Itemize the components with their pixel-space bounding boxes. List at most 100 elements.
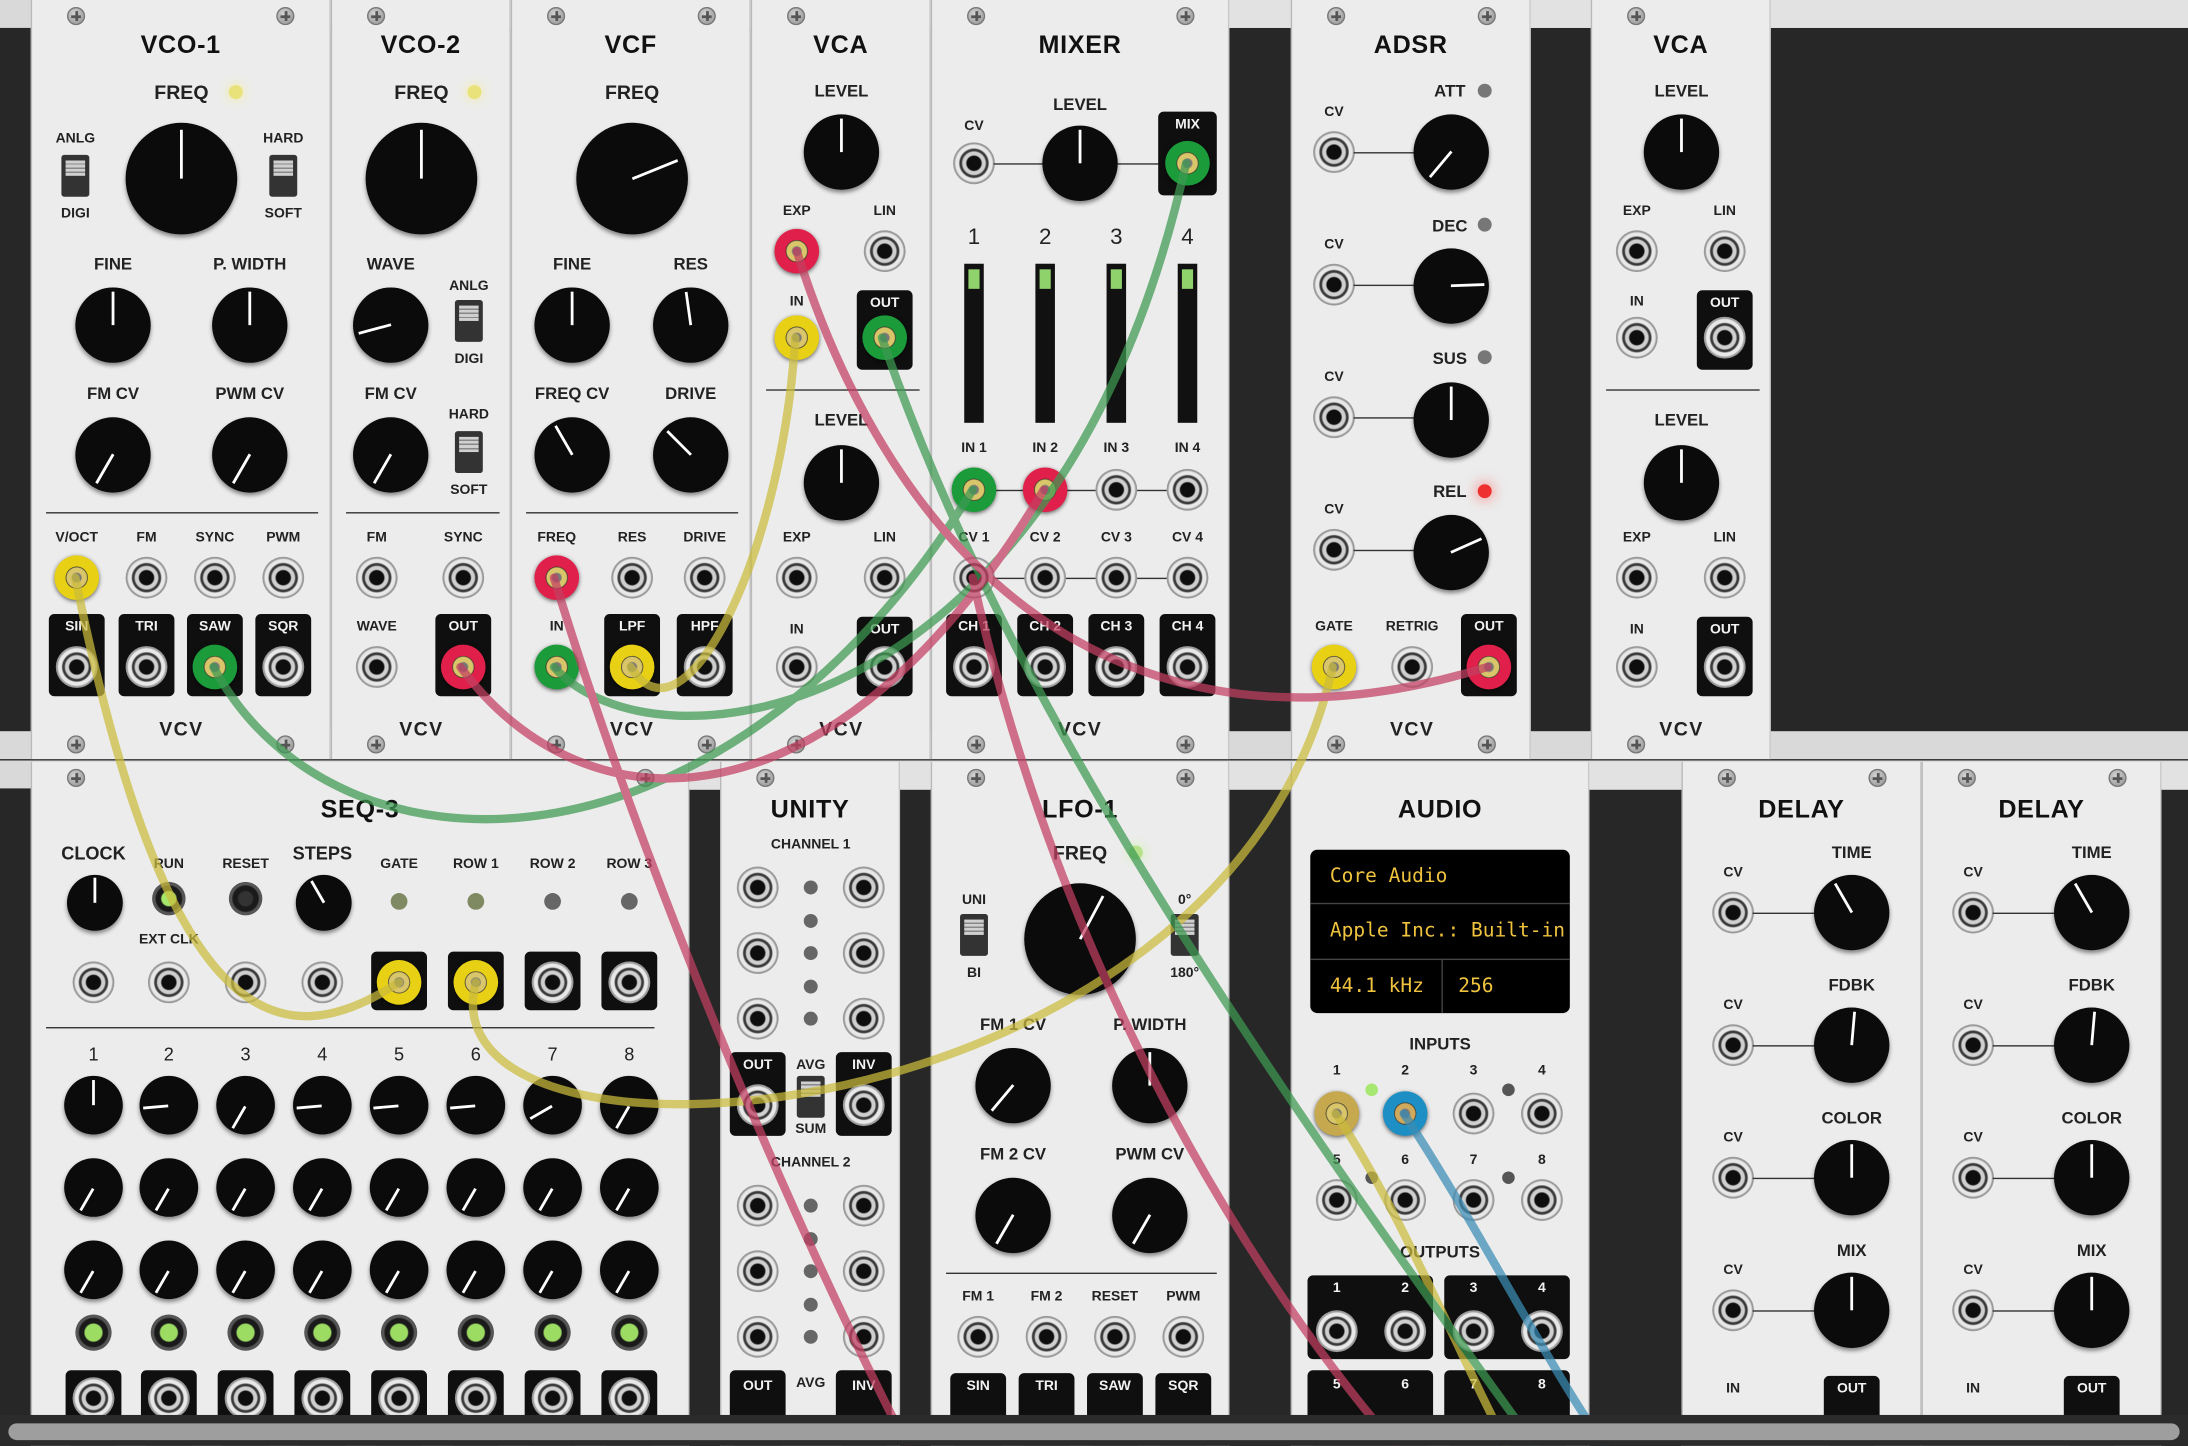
unity-in-jack[interactable] <box>736 932 779 974</box>
module-delay-2[interactable]: DELAY CV TIME CV FDBK CV COLOR CV MIX IN OUT <box>1921 761 2162 1446</box>
reset-in-jack[interactable] <box>224 961 267 1004</box>
pwidth-knob[interactable] <box>1112 1047 1188 1124</box>
saw-out-jack[interactable] <box>192 644 238 690</box>
phase-switch[interactable] <box>1170 913 1199 956</box>
reset-button[interactable] <box>228 881 263 916</box>
row1-step-knob[interactable] <box>446 1075 506 1135</box>
mix-cv-jack[interactable] <box>953 142 995 185</box>
gate-step-button[interactable] <box>611 1314 648 1351</box>
freq-knob[interactable] <box>125 122 238 235</box>
rack-canvas[interactable]: VCO-1 FREQ ANLG DIGI HARD SOFT FINE P. W… <box>0 0 2188 1446</box>
sqr-out-jack[interactable] <box>262 646 305 688</box>
module-audio[interactable]: AUDIO Core Audio Apple Inc.: Built-in 44… <box>1290 761 1590 1446</box>
row1-step-knob[interactable] <box>369 1075 429 1135</box>
input2-jack[interactable] <box>1382 1091 1428 1136</box>
unity-in-jack[interactable] <box>736 1184 779 1227</box>
gate-step-out-jack[interactable] <box>378 1377 421 1420</box>
cv-jack[interactable] <box>1952 1156 1995 1199</box>
reset-jack[interactable] <box>1094 1315 1136 1358</box>
attack-cv-jack[interactable] <box>1313 131 1355 174</box>
out2-jack[interactable] <box>863 646 906 688</box>
scrollbar-thumb[interactable] <box>8 1423 2180 1441</box>
fmcv-knob[interactable] <box>75 417 151 493</box>
row1-step-knob[interactable] <box>216 1075 275 1135</box>
unity-in-jack[interactable] <box>842 1315 885 1358</box>
cv4-jack[interactable] <box>1166 556 1209 599</box>
out-jack[interactable] <box>862 315 908 361</box>
fm2cv-knob[interactable] <box>975 1177 1051 1254</box>
exp-jack[interactable] <box>774 228 820 274</box>
row2-step-knob[interactable] <box>216 1158 275 1217</box>
drive-cv-jack[interactable] <box>683 556 726 599</box>
row1-step-knob[interactable] <box>600 1075 659 1135</box>
row2-step-knob[interactable] <box>446 1158 506 1217</box>
row3-out-jack[interactable] <box>608 961 651 1004</box>
row3-step-knob[interactable] <box>600 1240 659 1300</box>
horizontal-scrollbar[interactable] <box>0 1414 2188 1446</box>
input6-jack[interactable] <box>1384 1179 1427 1221</box>
pwmcv-knob[interactable] <box>212 417 288 493</box>
unity-in-jack[interactable] <box>842 866 885 909</box>
fm-jack[interactable] <box>355 556 398 599</box>
attack-knob[interactable] <box>1413 114 1489 190</box>
res-cv-jack[interactable] <box>611 556 654 599</box>
output2-jack[interactable] <box>1384 1310 1427 1353</box>
cv1-jack[interactable] <box>953 556 995 599</box>
out-jack[interactable] <box>736 1084 779 1127</box>
freq-knob[interactable] <box>365 122 478 235</box>
in-jack[interactable] <box>1615 316 1658 359</box>
cv-jack[interactable] <box>1712 1289 1755 1332</box>
in1-jack[interactable] <box>951 467 997 513</box>
row3-step-knob[interactable] <box>64 1240 123 1300</box>
cv-jack[interactable] <box>1952 891 1995 934</box>
input5-jack[interactable] <box>1315 1179 1358 1221</box>
env-out-jack[interactable] <box>1466 644 1512 690</box>
gate-step-button[interactable] <box>457 1314 494 1351</box>
release-knob[interactable] <box>1413 514 1489 591</box>
hard-soft-switch[interactable] <box>269 154 298 197</box>
fmcv-knob[interactable] <box>353 417 429 493</box>
wave-knob[interactable] <box>353 287 429 363</box>
unity-in-jack[interactable] <box>842 997 885 1040</box>
row3-step-knob[interactable] <box>446 1240 506 1300</box>
lin2-jack[interactable] <box>1703 556 1746 599</box>
fine-knob[interactable] <box>534 287 610 363</box>
cv-jack[interactable] <box>1712 1024 1755 1067</box>
gate-step-out-jack[interactable] <box>224 1377 267 1420</box>
out-jack[interactable] <box>440 644 486 690</box>
cv-jack[interactable] <box>1952 1289 1995 1332</box>
gate-step-button[interactable] <box>150 1314 187 1351</box>
module-unity[interactable]: UNITY CHANNEL 1 OUT AVG SUM INV CHANNEL … <box>720 761 901 1446</box>
audio-device-select[interactable]: Apple Inc.: Built-in <box>1330 920 1565 942</box>
mix-knob[interactable] <box>1814 1272 1890 1348</box>
voct-jack[interactable] <box>54 555 100 601</box>
module-vco-2[interactable]: VCO-2 FREQ WAVE ANLG DIGI FM CV HARD SOF… <box>330 0 511 760</box>
out2-jack[interactable] <box>1703 646 1746 688</box>
row1-step-knob[interactable] <box>64 1075 123 1135</box>
row2-out-jack[interactable] <box>531 961 574 1004</box>
sync-jack[interactable] <box>193 556 236 599</box>
gate-step-button[interactable] <box>304 1314 341 1351</box>
module-seq-3[interactable]: SEQ-3 CLOCK RUN RESET STEPS EXT CLK GATE… <box>30 761 690 1446</box>
color-knob[interactable] <box>2054 1140 2130 1216</box>
steps-in-jack[interactable] <box>301 961 344 1004</box>
input8-jack[interactable] <box>1520 1179 1563 1221</box>
in4-jack[interactable] <box>1166 468 1209 511</box>
decay-cv-jack[interactable] <box>1313 263 1355 306</box>
ch3-out-jack[interactable] <box>1095 646 1138 688</box>
module-vco-1[interactable]: VCO-1 FREQ ANLG DIGI HARD SOFT FINE P. W… <box>30 0 331 760</box>
freq-knob[interactable] <box>1024 883 1136 995</box>
fm2-jack[interactable] <box>1025 1315 1068 1358</box>
level2-knob[interactable] <box>1643 445 1720 521</box>
sin-out-jack[interactable] <box>55 646 98 688</box>
cv3-jack[interactable] <box>1095 556 1138 599</box>
module-adsr[interactable]: ADSR CV ATT CV DEC CV SUS CV REL GATE RE… <box>1290 0 1531 760</box>
input1-jack[interactable] <box>1314 1091 1360 1136</box>
row3-step-knob[interactable] <box>523 1240 582 1300</box>
unity-in-jack[interactable] <box>736 997 779 1040</box>
in3-jack[interactable] <box>1095 468 1138 511</box>
row3-step-knob[interactable] <box>293 1240 352 1300</box>
audio-in-jack[interactable] <box>534 644 580 690</box>
fm1-jack[interactable] <box>957 1315 1000 1358</box>
audio-driver-select[interactable]: Core Audio <box>1330 865 1448 887</box>
